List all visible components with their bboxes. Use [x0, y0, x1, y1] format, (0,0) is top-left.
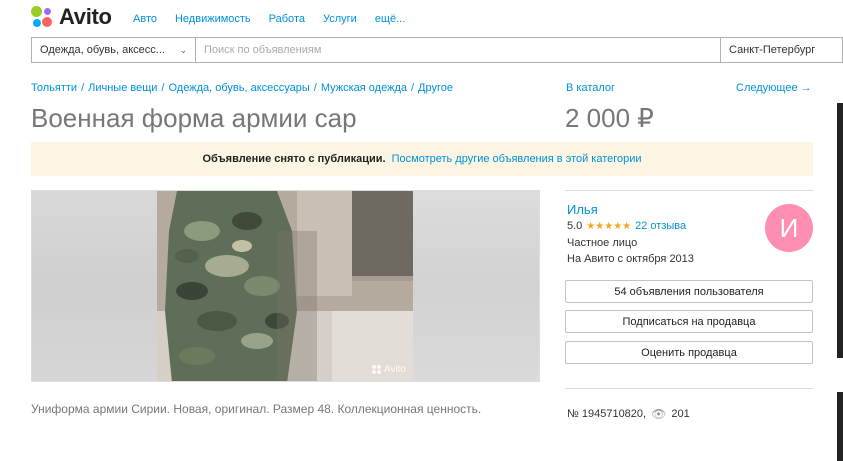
scroll-edge [837, 103, 843, 358]
eye-icon: 👁 [651, 407, 667, 421]
seller-rating: 5.0 ★★★★★ 22 отзыва [567, 220, 686, 232]
photo-blur-right [413, 191, 539, 381]
nav-jobs[interactable]: Работа [269, 13, 305, 25]
seller-since: На Авито с октября 2013 [567, 253, 694, 265]
avito-logo-icon [31, 6, 53, 28]
breadcrumb-menswear[interactable]: Мужская одежда [321, 82, 407, 94]
top-navigation: Авто Недвижимость Работа Услуги ещё... [133, 13, 405, 25]
listing-title: Военная форма армии сар [31, 103, 357, 133]
category-select-value: Одежда, обувь, аксесс... [40, 44, 165, 56]
rating-value: 5.0 [567, 220, 583, 232]
seller-type: Частное лицо [567, 237, 638, 249]
listing-number: № 1945710820, [567, 408, 647, 420]
breadcrumb: Тольятти / Личные вещи / Одежда, обувь, ак… [31, 82, 453, 94]
watermark: Avito [371, 364, 406, 375]
listing-meta: № 1945710820, 👁 201 [567, 407, 690, 421]
category-select[interactable]: Одежда, обувь, аксесс... ⌄ [32, 38, 196, 62]
city-select[interactable]: Санкт-Петербург [720, 38, 842, 62]
rate-seller-button[interactable]: Оценить продавца [565, 341, 813, 364]
seller-name[interactable]: Илья [567, 202, 598, 217]
nav-services[interactable]: Услуги [323, 13, 357, 25]
listing-photo[interactable]: Avito [157, 191, 414, 381]
watermark-icon [371, 365, 381, 374]
breadcrumb-other[interactable]: Другое [418, 82, 453, 94]
unpublished-notice: Объявление снято с публикации. Посмотрет… [31, 142, 813, 176]
divider [565, 190, 813, 191]
user-ads-button[interactable]: 54 объявления пользователя [565, 280, 813, 303]
brand-name: Avito [59, 4, 112, 29]
rating-stars-icon: ★★★★★ [586, 220, 632, 232]
subscribe-button[interactable]: Подписаться на продавца [565, 310, 813, 333]
search-input[interactable] [196, 38, 720, 62]
seller-avatar[interactable]: И [765, 204, 813, 252]
nav-auto[interactable]: Авто [133, 13, 157, 25]
watermark-text: Avito [383, 364, 406, 375]
breadcrumb-personal[interactable]: Личные вещи [88, 82, 157, 94]
scroll-edge [837, 392, 843, 461]
chevron-down-icon: ⌄ [179, 44, 187, 55]
nav-more[interactable]: ещё... [375, 13, 405, 25]
photo-blur-left [32, 191, 157, 381]
catalog-link[interactable]: В каталог [566, 82, 615, 94]
notice-category-link[interactable]: Посмотреть другие объявления в этой кате… [392, 153, 642, 165]
notice-text: Объявление снято с публикации. [202, 153, 386, 165]
views-count: 201 [671, 408, 690, 420]
listing-price: 2 000 ₽ [565, 103, 654, 133]
search-bar: Одежда, обувь, аксесс... ⌄ Санкт-Петербу… [31, 37, 843, 63]
photo-gallery[interactable]: Avito [31, 190, 540, 382]
avito-logo[interactable]: Avito [31, 4, 112, 29]
divider [565, 388, 813, 389]
reviews-link[interactable]: 22 отзыва [635, 220, 686, 232]
breadcrumb-clothing[interactable]: Одежда, обувь, аксессуары [168, 82, 309, 94]
next-listing-link[interactable]: Следующее → [736, 82, 812, 94]
listing-description: Униформа армии Сирии. Новая, оригинал. Р… [31, 402, 482, 416]
nav-realty[interactable]: Недвижимость [175, 13, 251, 25]
breadcrumb-city[interactable]: Тольятти [31, 82, 77, 94]
